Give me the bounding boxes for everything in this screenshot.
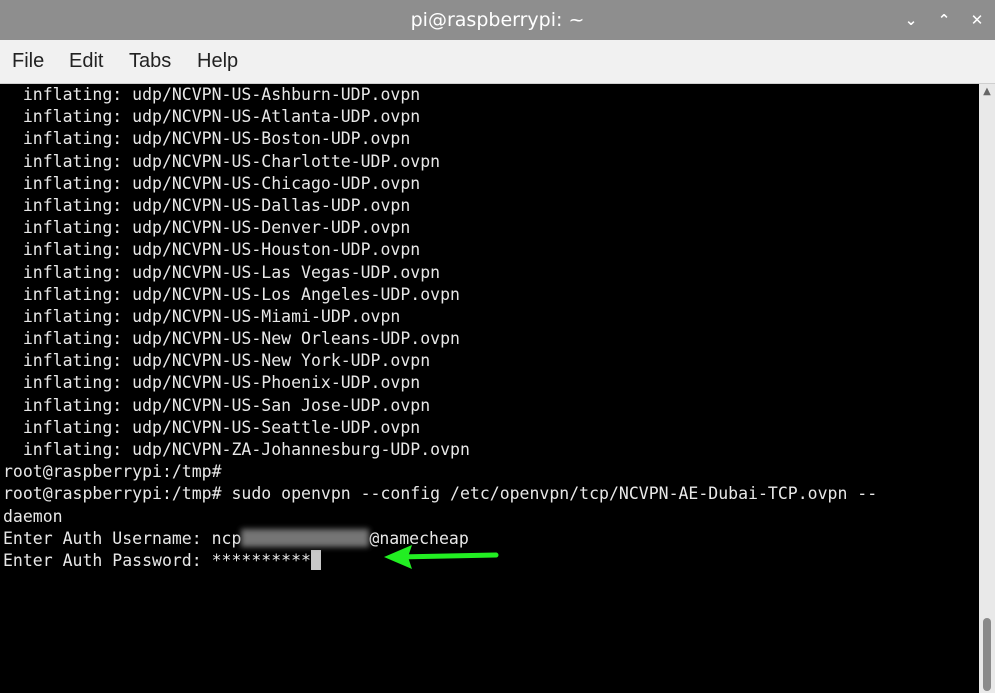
terminal-line: inflating: udp/NCVPN-US-Las Vegas-UDP.ov… xyxy=(3,262,441,282)
terminal-line: inflating: udp/NCVPN-US-Seattle-UDP.ovpn xyxy=(3,417,421,437)
green-arrow-annotation xyxy=(384,545,499,569)
terminal-output: inflating: udp/NCVPN-US-Ashburn-UDP.ovpn… xyxy=(3,84,877,572)
terminal-line: inflating: udp/NCVPN-US-Ashburn-UDP.ovpn xyxy=(3,85,421,104)
terminal-line: inflating: udp/NCVPN-ZA-Johannesburg-UDP… xyxy=(3,440,470,459)
terminal-command-continuation: daemon xyxy=(3,506,63,526)
terminal-line: inflating: udp/NCVPN-US-Los Angeles-UDP.… xyxy=(3,284,460,304)
terminal-line: inflating: udp/NCVPN-US-New York-UDP.ovp… xyxy=(3,351,431,371)
terminal-line: inflating: udp/NCVPN-US-Houston-UDP.ovpn xyxy=(3,240,421,260)
terminal-line: inflating: udp/NCVPN-US-Chicago-UDP.ovpn xyxy=(3,173,421,193)
vertical-scrollbar[interactable]: ▲ xyxy=(979,84,995,693)
scrollbar-thumb[interactable] xyxy=(983,618,991,691)
arrow-head xyxy=(384,545,412,569)
terminal-line: inflating: udp/NCVPN-US-San Jose-UDP.ovp… xyxy=(3,395,431,415)
redacted-username-blur xyxy=(241,528,370,547)
close-icon: ✕ xyxy=(970,11,984,29)
minimize-button[interactable]: ⌄ xyxy=(899,8,923,32)
title-bar: pi@raspberrypi: ~ ⌄ ⌃ ✕ xyxy=(0,0,995,40)
terminal-line: inflating: udp/NCVPN-US-Denver-UDP.ovpn xyxy=(3,218,411,238)
text-cursor xyxy=(310,549,321,570)
terminal-line: inflating: udp/NCVPN-US-Atlanta-UDP.ovpn xyxy=(3,107,421,127)
menu-bar: File Edit Tabs Help xyxy=(0,40,995,84)
menu-help[interactable]: Help xyxy=(197,40,238,83)
terminal-line: inflating: udp/NCVPN-US-Charlotte-UDP.ov… xyxy=(3,151,441,171)
window-title: pi@raspberrypi: ~ xyxy=(410,9,585,31)
terminal-command-line: root@raspberrypi:/tmp# sudo openvpn --co… xyxy=(3,484,878,504)
close-button[interactable]: ✕ xyxy=(965,8,989,32)
terminal-line: inflating: udp/NCVPN-US-Boston-UDP.ovpn xyxy=(3,129,411,149)
terminal-area[interactable]: inflating: udp/NCVPN-US-Ashburn-UDP.ovpn… xyxy=(0,84,979,693)
scroll-up-icon[interactable]: ▲ xyxy=(979,84,995,100)
maximize-button[interactable]: ⌃ xyxy=(932,8,956,32)
password-mask: ********** xyxy=(211,550,311,570)
password-prompt: Enter Auth Password: xyxy=(3,550,212,570)
menu-tabs[interactable]: Tabs xyxy=(129,40,171,83)
terminal-line: inflating: udp/NCVPN-US-New Orleans-UDP.… xyxy=(3,329,460,349)
username-prompt: Enter Auth Username: ncp xyxy=(3,528,242,548)
terminal-line: inflating: udp/NCVPN-US-Phoenix-UDP.ovpn xyxy=(3,373,421,393)
chevron-up-icon: ⌃ xyxy=(937,11,951,29)
menu-edit[interactable]: Edit xyxy=(69,40,103,83)
menu-file[interactable]: File xyxy=(12,40,44,83)
terminal-line: inflating: udp/NCVPN-US-Miami-UDP.ovpn xyxy=(3,306,401,326)
chevron-down-icon: ⌄ xyxy=(904,11,918,29)
arrow-shaft xyxy=(395,552,499,560)
terminal-prompt-line: root@raspberrypi:/tmp# xyxy=(3,462,222,482)
terminal-line: inflating: udp/NCVPN-US-Dallas-UDP.ovpn xyxy=(3,195,411,215)
